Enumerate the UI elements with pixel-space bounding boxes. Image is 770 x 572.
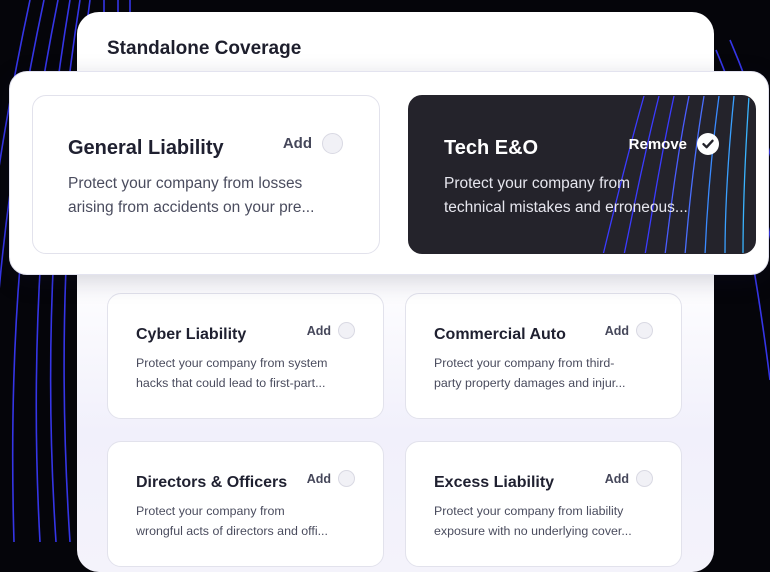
coverage-title: Commercial Auto xyxy=(434,326,566,343)
radio-circle-icon xyxy=(636,322,653,339)
radio-circle-icon xyxy=(338,322,355,339)
coverage-description: Protect your company from wrongful acts … xyxy=(136,504,328,538)
coverage-description: Protect your company from third- party p… xyxy=(434,356,626,390)
coverage-description: Protect your company from system hacks t… xyxy=(136,356,328,390)
check-icon xyxy=(697,133,719,155)
add-label: Add xyxy=(282,135,312,152)
remove-label: Remove xyxy=(628,135,687,153)
add-toggle[interactable]: Add xyxy=(283,133,343,154)
add-label: Add xyxy=(306,471,331,486)
featured-coverage-overlay: General Liability Add Protect your compa… xyxy=(9,71,769,275)
coverage-card-directors-officers[interactable]: Directors & Officers Add Protect your co… xyxy=(107,441,384,567)
add-label: Add xyxy=(306,323,331,338)
coverage-description: Protect your company from losses arising… xyxy=(68,175,315,216)
add-toggle[interactable]: Add xyxy=(605,322,653,339)
add-toggle[interactable]: Add xyxy=(307,470,355,487)
panel-title: Standalone Coverage xyxy=(107,38,302,59)
radio-circle-icon xyxy=(338,470,355,487)
radio-circle-icon xyxy=(322,133,343,154)
coverage-card-general-liability[interactable]: General Liability Add Protect your compa… xyxy=(32,95,380,254)
coverage-card-tech-eo[interactable]: Tech E&O Remove Protect your company fro… xyxy=(408,95,756,254)
coverage-card-cyber-liability[interactable]: Cyber Liability Add Protect your company… xyxy=(107,293,384,419)
add-label: Add xyxy=(604,323,629,338)
coverage-title: Cyber Liability xyxy=(136,326,247,343)
coverage-title: Excess Liability xyxy=(434,474,555,491)
add-toggle[interactable]: Add xyxy=(605,470,653,487)
coverage-card-excess-liability[interactable]: Excess Liability Add Protect your compan… xyxy=(405,441,682,567)
radio-circle-icon xyxy=(636,470,653,487)
remove-toggle[interactable]: Remove xyxy=(629,133,719,155)
coverage-card-commercial-auto[interactable]: Commercial Auto Add Protect your company… xyxy=(405,293,682,419)
add-toggle[interactable]: Add xyxy=(307,322,355,339)
coverage-title: Tech E&O xyxy=(444,137,539,159)
coverage-description: Protect your company from technical mist… xyxy=(444,175,688,216)
add-label: Add xyxy=(604,471,629,486)
coverage-description: Protect your company from liability expo… xyxy=(434,504,632,538)
coverage-title: Directors & Officers xyxy=(136,474,288,491)
coverage-title: General Liability xyxy=(68,137,224,159)
